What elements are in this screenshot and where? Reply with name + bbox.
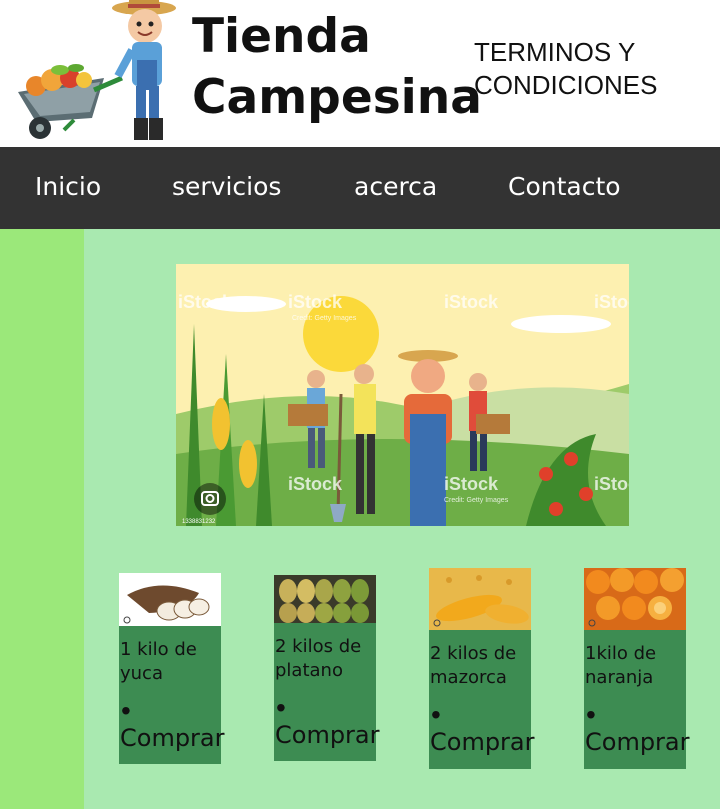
watermark-text: iStock	[594, 474, 629, 494]
product-card-yuca: 1 kilo de yuca • Comprar	[119, 573, 225, 764]
watermark-credit: Credit: Getty Images	[292, 315, 357, 322]
watermark-text: iStock	[444, 292, 499, 312]
image-code: 1338831232	[182, 519, 216, 525]
watermark-text: iStock	[444, 474, 499, 494]
site-title-line-2: Campesina	[192, 70, 482, 125]
product-card-platano: 2 kilos de platano • Comprar	[274, 575, 380, 761]
bullet: •	[276, 692, 286, 723]
product-card-mazorca: 2 kilos de mazorca • Comprar	[429, 568, 535, 769]
site-header: Tienda Campesina TERMINOS Y CONDICIONES	[0, 0, 720, 147]
mazorca-image	[429, 568, 531, 630]
naranja-image	[584, 568, 686, 630]
watermark-text: iStock	[594, 292, 629, 312]
watermark-text: iStock	[288, 474, 343, 494]
watermark-credit: Credit: Getty Images	[444, 497, 509, 504]
buy-button[interactable]: Comprar	[274, 719, 380, 753]
nav-item-servicios[interactable]: servicios	[172, 169, 281, 205]
bullet: •	[431, 699, 441, 730]
site-title-line-1: Tienda	[192, 9, 371, 64]
buy-button[interactable]: Comprar	[429, 726, 535, 760]
yuca-image	[119, 573, 221, 626]
platano-image	[274, 575, 376, 623]
buy-button[interactable]: Comprar	[584, 726, 690, 760]
buy-button[interactable]: Comprar	[119, 722, 225, 756]
watermark-text: iStock	[178, 292, 233, 312]
product-card-naranja: 1kilo de naranja • Comprar	[584, 568, 690, 769]
terms-conditions-link[interactable]: TERMINOS Y CONDICIONES	[474, 36, 704, 102]
nav-item-inicio[interactable]: Inicio	[35, 169, 101, 205]
main-navbar: Inicio servicios acerca Contacto	[0, 147, 720, 229]
site-title: Tienda Campesina	[192, 6, 482, 128]
nav-item-acerca[interactable]: acerca	[354, 169, 437, 205]
product-title: 2 kilos de mazorca	[430, 643, 517, 688]
product-title: 2 kilos de platano	[275, 636, 362, 681]
farmer-wheelbarrow-logo	[18, 0, 176, 140]
terms-line-1: TERMINOS Y	[474, 37, 636, 67]
product-title: 1kilo de naranja	[585, 643, 657, 688]
farmers-field-hero-image: iStock iStock iStock iStock iStock iStoc…	[176, 264, 629, 526]
lens-search-icon[interactable]	[194, 483, 226, 515]
watermark-text: iStock	[288, 292, 343, 312]
bullet: •	[586, 699, 596, 730]
nav-item-contacto[interactable]: Contacto	[508, 169, 621, 205]
bullet: •	[121, 695, 131, 726]
product-title: 1 kilo de yuca	[120, 639, 197, 684]
sidebar	[0, 229, 84, 809]
terms-line-2: CONDICIONES	[474, 70, 658, 100]
